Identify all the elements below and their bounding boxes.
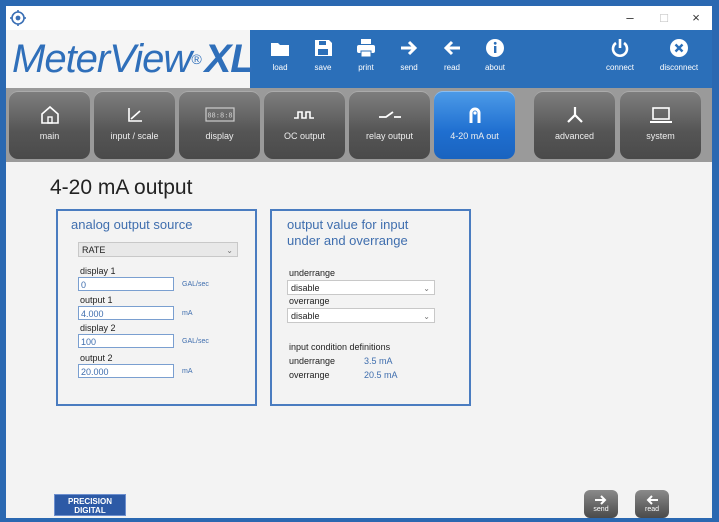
output1-unit: mA (182, 310, 193, 317)
chevron-down-icon: ⌄ (423, 284, 430, 293)
definitions-title: input condition definitions (289, 342, 391, 352)
output-source-select[interactable]: RATE ⌄ (78, 242, 238, 257)
svg-text:88:8:8: 88:8:8 (207, 112, 232, 120)
display1-input[interactable]: 0 (78, 277, 174, 291)
loop-icon (469, 107, 480, 123)
x-circle-icon (670, 39, 688, 57)
nav-strip: main input / scale 88:8:8 display OC out… (6, 88, 712, 162)
underrange-select[interactable]: disable ⌄ (287, 280, 435, 295)
app-icon (10, 10, 26, 26)
display1-label: display 1 (80, 266, 116, 276)
display2-input[interactable]: 100 (78, 334, 174, 348)
pulse-icon (293, 111, 314, 119)
range-panel: output value for input under and overran… (270, 209, 471, 406)
tab-advanced[interactable]: advanced (534, 91, 615, 159)
app-logo: MeterView® XL (12, 37, 255, 81)
printer-icon (357, 39, 375, 58)
connect-button[interactable]: connect (596, 34, 644, 84)
display2-unit: GAL/sec (182, 338, 209, 345)
chevron-down-icon: ⌄ (226, 246, 233, 255)
tab-main[interactable]: main (9, 91, 90, 159)
def-overrange-label: overrange (289, 370, 330, 380)
graph-icon (127, 108, 142, 122)
overrange-label: overrange (289, 296, 330, 306)
floppy-icon (315, 40, 332, 56)
tab-input-scale[interactable]: input / scale (94, 91, 175, 159)
def-underrange-label: underrange (289, 356, 336, 366)
display-icon: 88:8:8 (204, 107, 235, 122)
tab-oc-output[interactable]: OC output (264, 91, 345, 159)
about-button[interactable]: about (471, 34, 519, 84)
underrange-label: underrange (289, 268, 336, 278)
display2-label: display 2 (80, 323, 116, 333)
footer-read-button[interactable]: read (635, 490, 669, 518)
tab-system[interactable]: system (620, 91, 701, 159)
analog-panel-title: analog output source (71, 217, 193, 232)
output2-input[interactable]: 20.000 (78, 364, 174, 378)
app-window: – □ × MeterView® XL load save print send … (6, 6, 712, 518)
load-button[interactable]: load (256, 34, 304, 84)
tab-display[interactable]: 88:8:8 display (179, 91, 260, 159)
close-button[interactable]: × (685, 10, 707, 26)
footer-send-button[interactable]: send (584, 490, 618, 518)
precision-digital-logo: PRECISION DIGITAL (54, 494, 126, 516)
arrow-right-icon (401, 40, 418, 56)
output2-unit: mA (182, 368, 193, 375)
info-icon (486, 39, 504, 57)
page-title: 4-20 mA output (50, 176, 193, 199)
read-button[interactable]: read (428, 34, 476, 84)
logo-area: MeterView® XL (6, 30, 255, 88)
display1-unit: GAL/sec (182, 281, 209, 288)
relay-icon (378, 111, 401, 118)
output1-input[interactable]: 4.000 (78, 306, 174, 320)
output1-label: output 1 (80, 295, 113, 305)
minimize-button[interactable]: – (619, 10, 641, 26)
arrow-left-icon (646, 495, 658, 505)
wrench-icon (566, 107, 583, 123)
save-button[interactable]: save (299, 34, 347, 84)
arrow-left-icon (443, 40, 460, 56)
laptop-icon (649, 107, 672, 123)
maximize-button[interactable]: □ (653, 10, 675, 26)
tab-4-20-ma-out[interactable]: 4-20 mA out (434, 91, 515, 159)
range-panel-title: output value for input under and overran… (287, 217, 409, 248)
overrange-select[interactable]: disable ⌄ (287, 308, 435, 323)
def-underrange-value: 3.5 mA (364, 356, 393, 366)
house-icon (40, 105, 59, 124)
folder-icon (271, 43, 289, 56)
power-icon (611, 39, 629, 57)
disconnect-button[interactable]: disconnect (651, 34, 707, 84)
output2-label: output 2 (80, 353, 113, 363)
def-overrange-value: 20.5 mA (364, 370, 398, 380)
tab-relay-output[interactable]: relay output (349, 91, 430, 159)
title-bar: – □ × (6, 6, 712, 30)
arrow-right-icon (595, 495, 607, 505)
print-button[interactable]: print (342, 34, 390, 84)
chevron-down-icon: ⌄ (423, 312, 430, 321)
toolbar: MeterView® XL load save print send read a… (6, 30, 712, 88)
send-button[interactable]: send (385, 34, 433, 84)
analog-output-panel: analog output source RATE ⌄ display 1 0 G… (56, 209, 257, 406)
